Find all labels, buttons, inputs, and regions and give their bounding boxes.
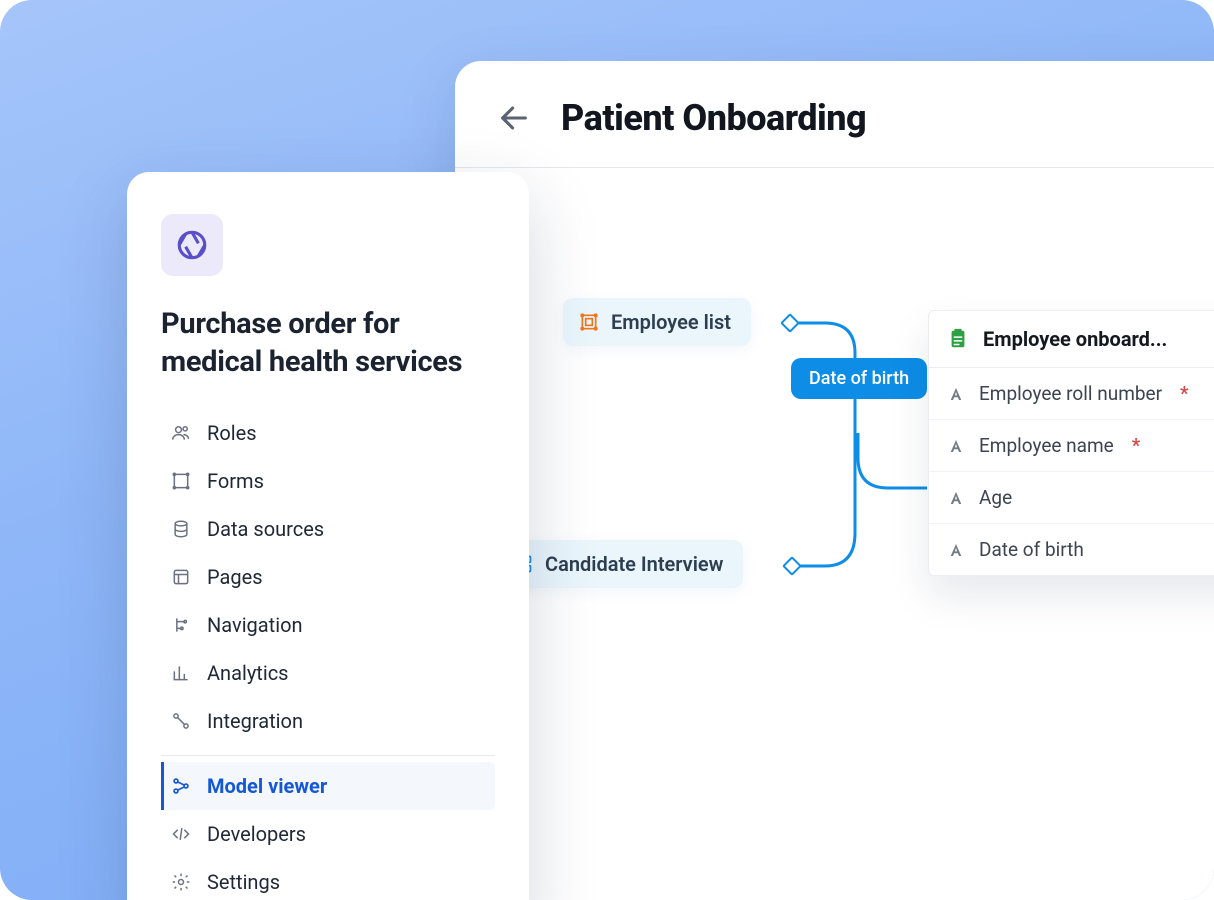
sidebar-item-analytics[interactable]: Analytics	[161, 649, 495, 697]
code-icon	[171, 824, 191, 844]
canvas-header: Patient Onboarding	[455, 61, 1214, 168]
nav-separator	[161, 755, 495, 756]
field-row[interactable]: Employee name *	[929, 420, 1214, 472]
arrow-left-icon	[497, 101, 531, 135]
sidebar-item-label: Data sources	[207, 517, 324, 541]
sidebar-item-settings[interactable]: Settings	[161, 858, 495, 900]
clipboard-check-icon	[947, 328, 969, 350]
analytics-icon	[171, 663, 191, 683]
sidebar-item-label: Pages	[207, 565, 263, 589]
navigation-icon	[171, 615, 191, 635]
field-row[interactable]: Age	[929, 472, 1214, 524]
sidebar-item-label: Developers	[207, 822, 306, 846]
text-field-icon	[947, 385, 965, 403]
integration-icon	[171, 711, 191, 731]
sidebar-item-forms[interactable]: Forms	[161, 457, 495, 505]
gear-icon	[171, 872, 191, 892]
sidebar-item-integration[interactable]: Integration	[161, 697, 495, 745]
sidebar-panel: Purchase order for medical health servic…	[127, 172, 529, 900]
nav-list-secondary: Model viewer Developers Settings	[161, 762, 495, 900]
detail-header: Employee onboard...	[929, 311, 1214, 368]
node-label: Employee list	[611, 310, 731, 334]
field-row[interactable]: Employee roll number *	[929, 368, 1214, 420]
sidebar-item-label: Navigation	[207, 613, 303, 637]
sidebar-item-navigation[interactable]: Navigation	[161, 601, 495, 649]
database-icon	[171, 519, 191, 539]
canvas-title: Patient Onboarding	[561, 97, 866, 139]
canvas-body[interactable]: Employee list Candidate Interview Date o…	[455, 168, 1214, 868]
field-label: Age	[979, 486, 1012, 509]
sidebar-item-label: Settings	[207, 870, 280, 894]
forms-icon	[171, 471, 191, 491]
main-canvas-panel: Patient Onboarding Employee list Candid	[455, 61, 1214, 900]
text-field-icon	[947, 437, 965, 455]
field-label: Date of birth	[979, 538, 1084, 561]
field-label: Employee roll number	[979, 382, 1162, 405]
sidebar-item-developers[interactable]: Developers	[161, 810, 495, 858]
sidebar-item-label: Model viewer	[207, 774, 327, 798]
aperture-icon	[175, 228, 209, 262]
sidebar-item-pages[interactable]: Pages	[161, 553, 495, 601]
edge-label-date-of-birth[interactable]: Date of birth	[791, 358, 927, 399]
edge-label-text: Date of birth	[809, 368, 909, 389]
pages-icon	[171, 567, 191, 587]
form-icon	[579, 312, 599, 332]
field-label: Employee name	[979, 434, 1114, 457]
sidebar-item-roles[interactable]: Roles	[161, 409, 495, 457]
stage: Patient Onboarding Employee list Candid	[0, 0, 1214, 900]
field-row[interactable]: Date of birth	[929, 524, 1214, 575]
text-field-icon	[947, 541, 965, 559]
node-port[interactable]	[780, 313, 800, 333]
node-candidate-interview[interactable]: Candidate Interview	[497, 540, 743, 588]
sidebar-title: Purchase order for medical health servic…	[161, 306, 495, 381]
users-icon	[171, 423, 191, 443]
required-marker: *	[1180, 382, 1189, 405]
sidebar-item-label: Forms	[207, 469, 264, 493]
sidebar-item-label: Roles	[207, 421, 257, 445]
sidebar-item-model-viewer[interactable]: Model viewer	[161, 762, 495, 810]
node-port[interactable]	[782, 556, 802, 576]
node-label: Candidate Interview	[545, 552, 723, 576]
nav-list-primary: Roles Forms Data sources Pages Navigatio…	[161, 409, 495, 745]
detail-title: Employee onboard...	[983, 327, 1167, 351]
detail-panel: Employee onboard... Employee roll number…	[928, 310, 1214, 576]
app-logo	[161, 214, 223, 276]
sidebar-item-label: Analytics	[207, 661, 289, 685]
back-button[interactable]	[495, 99, 533, 137]
sidebar-item-data-sources[interactable]: Data sources	[161, 505, 495, 553]
model-viewer-icon	[171, 776, 191, 796]
text-field-icon	[947, 489, 965, 507]
required-marker: *	[1132, 434, 1141, 457]
sidebar-item-label: Integration	[207, 709, 303, 733]
node-employee-list[interactable]: Employee list	[563, 298, 751, 346]
